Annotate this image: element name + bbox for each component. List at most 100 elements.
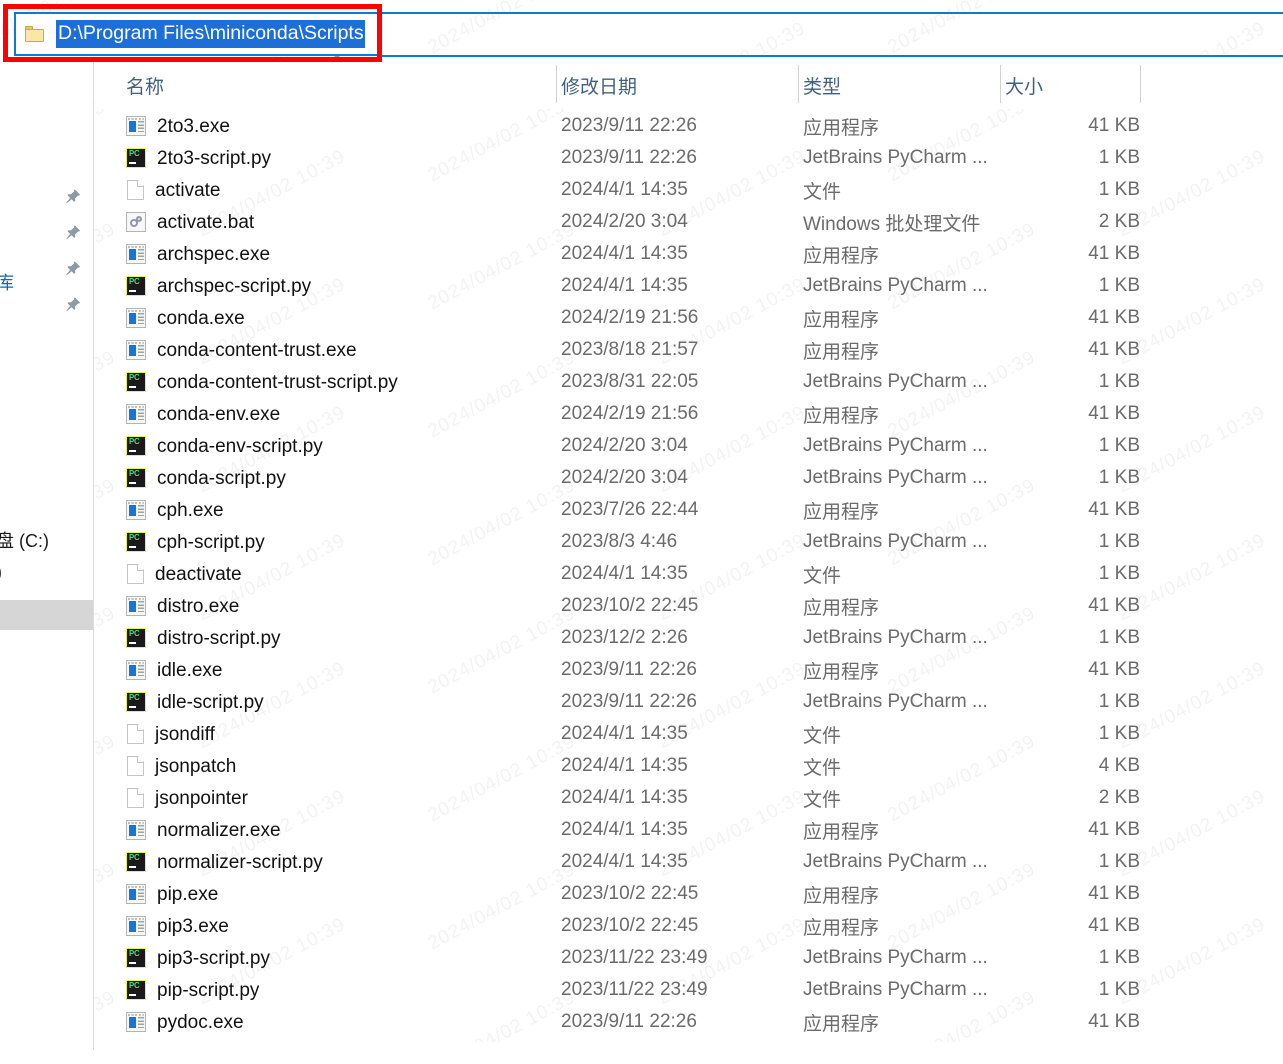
file-size: 4 KB: [1098, 755, 1140, 776]
file-type: 文件: [803, 757, 842, 779]
file-name-cell[interactable]: pip.exe: [126, 884, 218, 904]
file-name-label: archspec-script.py: [157, 275, 312, 297]
file-name-cell[interactable]: PC idle-script.py: [126, 692, 264, 712]
file-row[interactable]: PC archspec-script.py 2024/4/1 14:35 JetBra…: [95, 270, 1283, 302]
file-name-cell[interactable]: PC pip3-script.py: [126, 948, 270, 968]
file-row[interactable]: normalizer.exe 2024/4/1 14:35 应用程序 41 KB: [95, 814, 1283, 846]
file-row[interactable]: PC conda-content-trust-script.py 2023/8/31…: [95, 366, 1283, 398]
file-size: 1 KB: [1098, 531, 1140, 552]
file-size: 41 KB: [1088, 659, 1140, 680]
nav-item-label-clipped[interactable]: ): [0, 562, 2, 583]
python-script-icon: PC: [126, 980, 146, 1000]
file-row[interactable]: PC cph-script.py 2023/8/3 4:46 JetBrains Py…: [95, 526, 1283, 558]
column-divider[interactable]: [1140, 65, 1141, 103]
file-name-cell[interactable]: 2to3.exe: [126, 116, 230, 136]
file-name-cell[interactable]: PC conda-script.py: [126, 468, 286, 488]
address-bar[interactable]: D:\Program Files\miniconda\Scripts: [0, 0, 1283, 57]
file-row[interactable]: activate 2024/4/1 14:35 文件 1 KB: [95, 174, 1283, 206]
file-row[interactable]: PC pip-script.py 2023/11/22 23:49 JetBrains…: [95, 974, 1283, 1006]
file-date-modified: 2024/4/1 14:35: [561, 243, 688, 264]
file-name-cell[interactable]: conda.exe: [126, 308, 245, 328]
file-row[interactable]: PC distro-script.py 2023/12/2 2:26 JetBrain…: [95, 622, 1283, 654]
file-size: 1 KB: [1098, 979, 1140, 1000]
file-row[interactable]: conda-content-trust.exe 2023/8/18 21:57 应用…: [95, 334, 1283, 366]
file-row[interactable]: PC conda-env-script.py 2024/2/20 3:04 JetBr…: [95, 430, 1283, 462]
nav-item-label-clipped[interactable]: 库: [0, 269, 14, 295]
column-divider[interactable]: [798, 65, 799, 103]
file-row[interactable]: PC pip3-script.py 2023/11/22 23:49 JetBrain…: [95, 942, 1283, 974]
file-row[interactable]: deactivate 2024/4/1 14:35 文件 1 KB: [95, 558, 1283, 590]
file-row[interactable]: jsonpointer 2024/4/1 14:35 文件 2 KB: [95, 782, 1283, 814]
file-date-modified: 2023/10/2 22:45: [561, 915, 699, 936]
file-name-cell[interactable]: PC archspec-script.py: [126, 276, 311, 296]
file-name-cell[interactable]: PC 2to3-script.py: [126, 148, 271, 168]
file-name-cell[interactable]: distro.exe: [126, 596, 239, 616]
nav-item-selected[interactable]: [0, 600, 93, 630]
window-bottom-edge: [0, 1042, 1283, 1064]
column-header-row[interactable]: 名称 修改日期 类型 大小: [95, 54, 1283, 109]
file-name-cell[interactable]: idle.exe: [126, 660, 223, 680]
file-name-cell[interactable]: archspec.exe: [126, 244, 270, 264]
file-row[interactable]: idle.exe 2023/9/11 22:26 应用程序 41 KB: [95, 654, 1283, 686]
file-name-cell[interactable]: pip3.exe: [126, 916, 229, 936]
file-name-cell[interactable]: jsondiff: [126, 724, 215, 744]
file-list[interactable]: 2to3.exe 2023/9/11 22:26 应用程序 41 KB PC 2to3-s…: [95, 110, 1283, 1064]
file-name-label: normalizer.exe: [157, 819, 281, 841]
python-script-icon: PC: [126, 148, 146, 168]
file-row[interactable]: pip.exe 2023/10/2 22:45 应用程序 41 KB: [95, 878, 1283, 910]
pin-icon[interactable]: [64, 188, 86, 210]
address-path-field[interactable]: D:\Program Files\miniconda\Scripts: [14, 12, 380, 56]
file-row[interactable]: pydoc.exe 2023/9/11 22:26 应用程序 41 KB: [95, 1006, 1283, 1038]
exe-file-icon: [126, 500, 146, 520]
exe-file-icon: [126, 244, 146, 264]
column-header-name[interactable]: 名称: [126, 72, 164, 99]
file-name-cell[interactable]: activate: [126, 180, 220, 200]
file-row[interactable]: jsondiff 2024/4/1 14:35 文件 1 KB: [95, 718, 1283, 750]
column-header-size[interactable]: 大小: [1005, 72, 1043, 99]
file-row[interactable]: PC normalizer-script.py 2024/4/1 14:35 JetB…: [95, 846, 1283, 878]
file-name-cell[interactable]: PC cph-script.py: [126, 532, 265, 552]
column-divider[interactable]: [1000, 65, 1001, 103]
column-divider[interactable]: [556, 65, 557, 103]
file-row[interactable]: archspec.exe 2024/4/1 14:35 应用程序 41 KB: [95, 238, 1283, 270]
file-row[interactable]: PC 2to3-script.py 2023/9/11 22:26 JetBrains…: [95, 142, 1283, 174]
pin-icon[interactable]: [64, 260, 86, 282]
file-name-cell[interactable]: normalizer.exe: [126, 820, 281, 840]
file-name-label: conda-script.py: [157, 467, 286, 489]
file-row[interactable]: PC idle-script.py 2023/9/11 22:26 JetBrains…: [95, 686, 1283, 718]
file-name-cell[interactable]: activate.bat: [126, 212, 254, 232]
nav-item-label-clipped[interactable]: 盘 (C:): [0, 527, 49, 553]
file-name-label: cph-script.py: [157, 531, 265, 553]
file-name-cell[interactable]: jsonpointer: [126, 788, 248, 808]
file-name-cell[interactable]: PC conda-env-script.py: [126, 436, 323, 456]
file-row[interactable]: distro.exe 2023/10/2 22:45 应用程序 41 KB: [95, 590, 1283, 622]
file-name-cell[interactable]: conda-env.exe: [126, 404, 280, 424]
file-name-cell[interactable]: PC pip-script.py: [126, 980, 259, 1000]
file-row[interactable]: 2to3.exe 2023/9/11 22:26 应用程序 41 KB: [95, 110, 1283, 142]
pin-icon[interactable]: [64, 296, 86, 318]
navigation-pane[interactable]: 库盘 (C:)): [0, 57, 94, 1064]
file-row[interactable]: conda-env.exe 2024/2/19 21:56 应用程序 41 KB: [95, 398, 1283, 430]
file-name-cell[interactable]: PC conda-content-trust-script.py: [126, 372, 398, 392]
file-name-cell[interactable]: pydoc.exe: [126, 1012, 244, 1032]
column-header-type[interactable]: 类型: [803, 72, 841, 99]
file-row[interactable]: cph.exe 2023/7/26 22:44 应用程序 41 KB: [95, 494, 1283, 526]
file-name-cell[interactable]: jsonpatch: [126, 756, 236, 776]
file-row[interactable]: PC conda-script.py 2024/2/20 3:04 JetBrains…: [95, 462, 1283, 494]
file-row[interactable]: pip3.exe 2023/10/2 22:45 应用程序 41 KB: [95, 910, 1283, 942]
pin-icon[interactable]: [64, 224, 86, 246]
file-name-cell[interactable]: conda-content-trust.exe: [126, 340, 357, 360]
address-path-text[interactable]: D:\Program Files\miniconda\Scripts: [56, 20, 365, 48]
file-name-cell[interactable]: PC normalizer-script.py: [126, 852, 323, 872]
file-name-cell[interactable]: cph.exe: [126, 500, 224, 520]
file-date-modified: 2023/12/2 2:26: [561, 627, 688, 648]
file-size: 1 KB: [1098, 467, 1140, 488]
exe-file-icon: [126, 660, 146, 680]
column-header-date-modified[interactable]: 修改日期: [561, 72, 637, 99]
file-row[interactable]: jsonpatch 2024/4/1 14:35 文件 4 KB: [95, 750, 1283, 782]
file-row[interactable]: activate.bat 2024/2/20 3:04 Windows 批处理文件 2…: [95, 206, 1283, 238]
file-size: 1 KB: [1098, 947, 1140, 968]
file-row[interactable]: conda.exe 2024/2/19 21:56 应用程序 41 KB: [95, 302, 1283, 334]
file-name-cell[interactable]: PC distro-script.py: [126, 628, 281, 648]
file-name-cell[interactable]: deactivate: [126, 564, 242, 584]
